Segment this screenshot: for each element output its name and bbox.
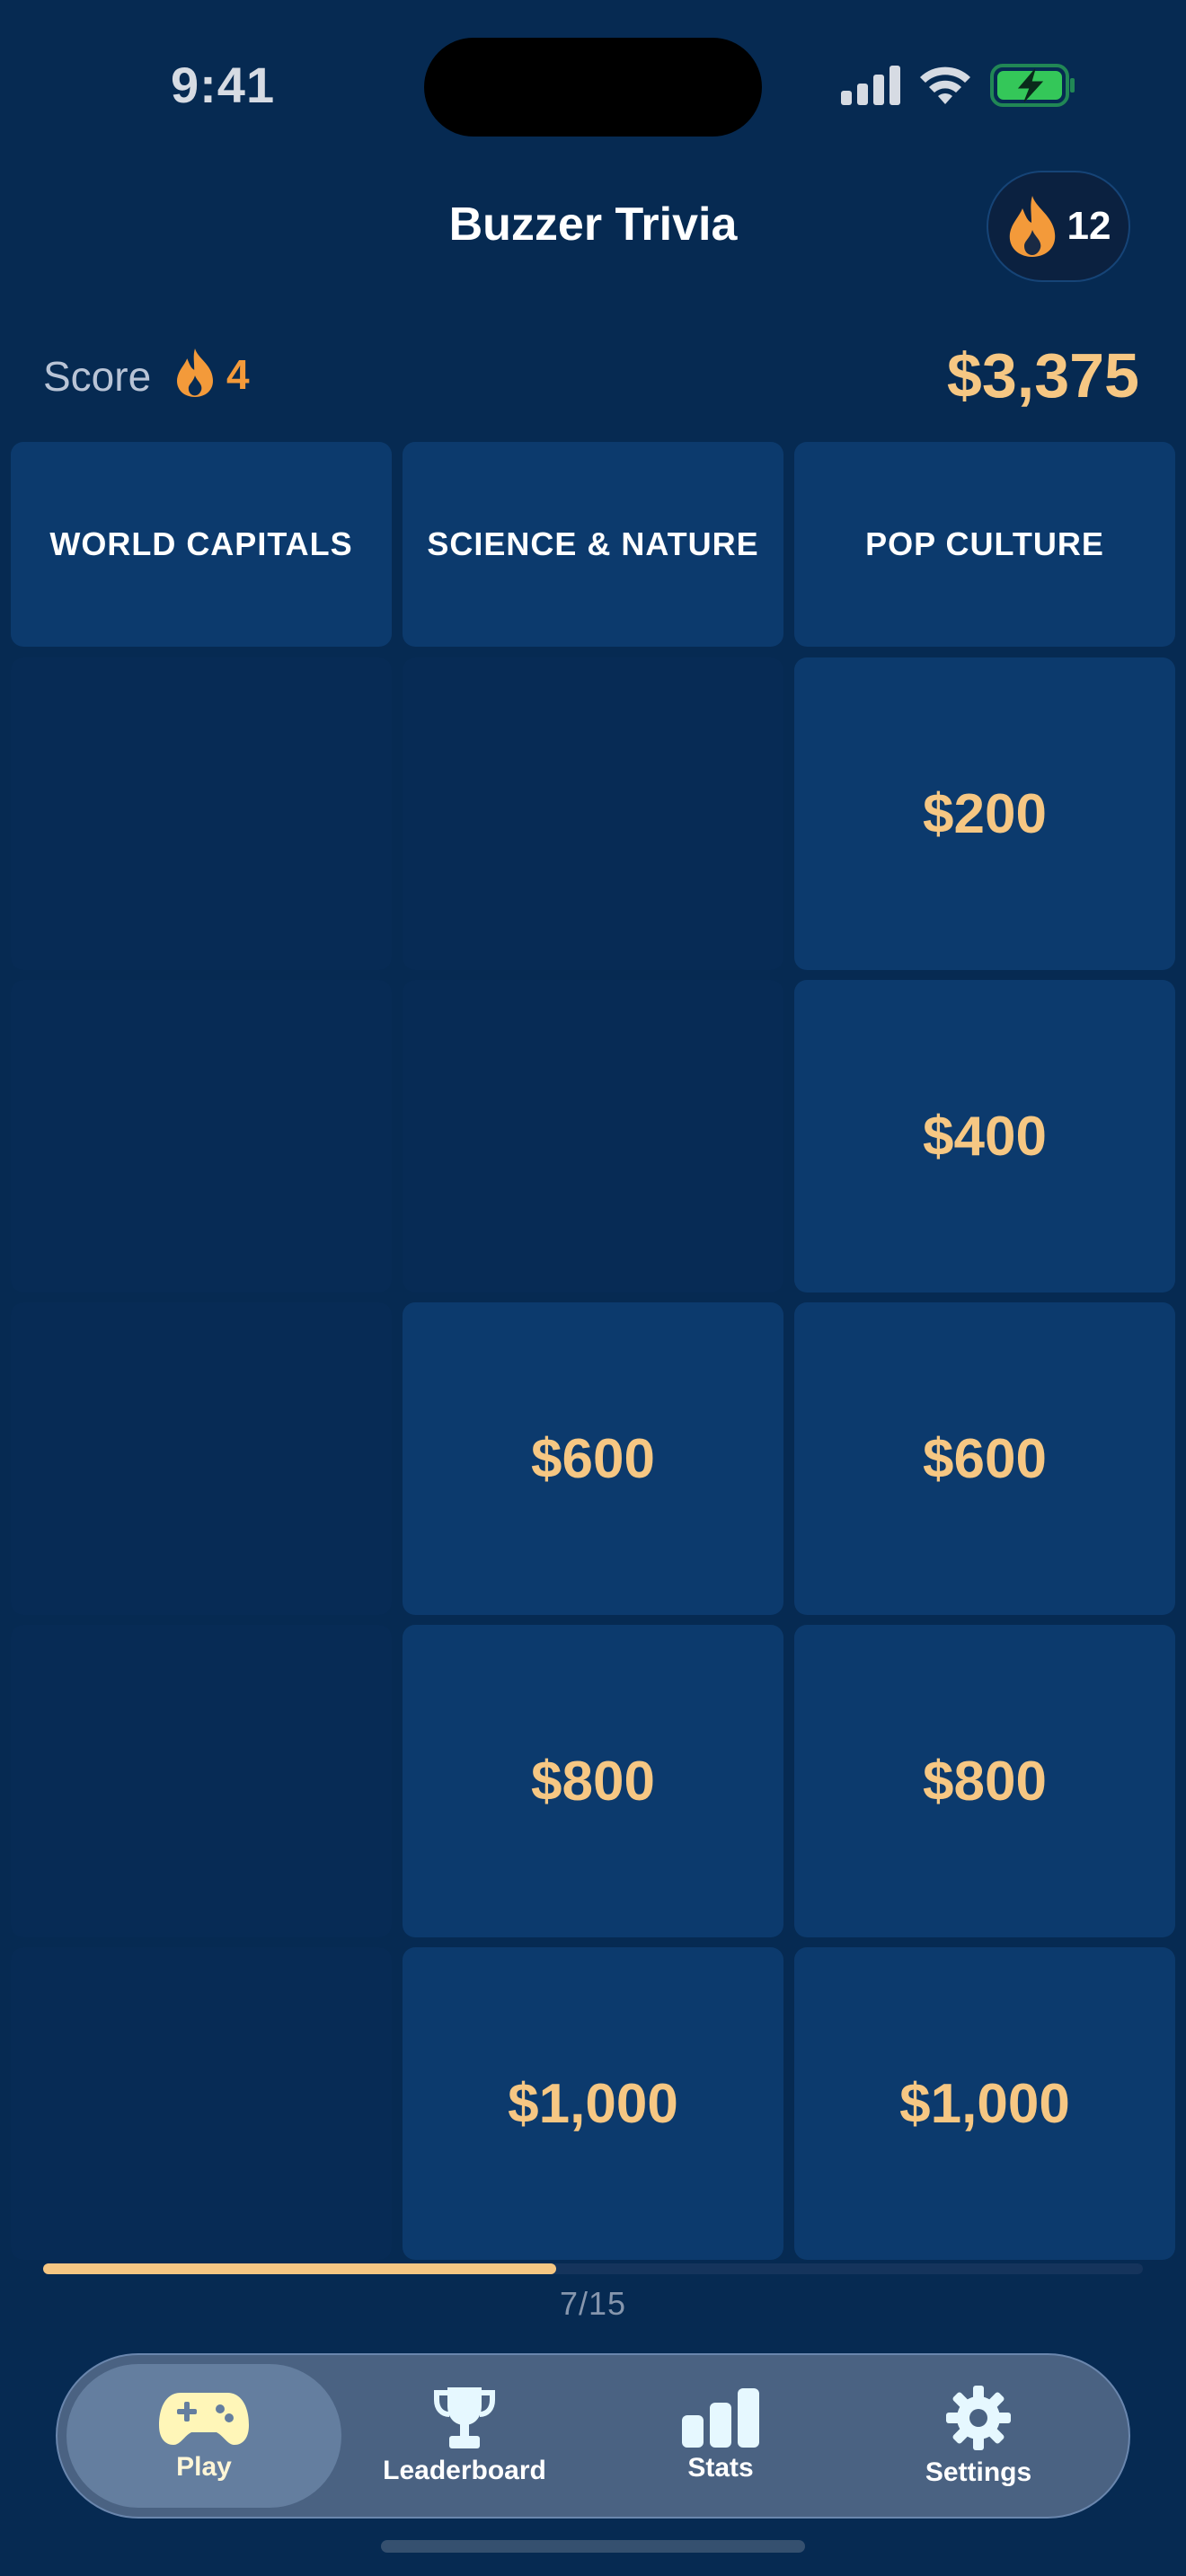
clue-cell[interactable]: $800 xyxy=(794,1625,1175,1937)
score-label: Score xyxy=(43,353,152,400)
status-bar: 9:41 xyxy=(0,0,1186,171)
tab-play[interactable]: Play xyxy=(66,2364,341,2508)
answered-clue-cell xyxy=(403,980,783,1292)
tab-bar: Play Leaderboard Stats Settings xyxy=(56,2353,1130,2519)
clue-cell[interactable]: $600 xyxy=(403,1302,783,1615)
tab-label: Stats xyxy=(687,2453,754,2483)
progress-fill xyxy=(43,2263,557,2274)
tab-leaderboard[interactable]: Leaderboard xyxy=(327,2364,602,2508)
answered-clue-cell xyxy=(11,1625,392,1937)
category-header: POP CULTURE xyxy=(794,442,1175,647)
category-header: WORLD CAPITALS xyxy=(11,442,392,647)
score-total: $3,375 xyxy=(946,340,1139,410)
gamepad-icon xyxy=(159,2393,249,2445)
status-time: 9:41 xyxy=(171,57,276,113)
tab-settings[interactable]: Settings xyxy=(841,2364,1116,2508)
answered-clue-cell xyxy=(403,657,783,970)
clue-cell[interactable]: $1,000 xyxy=(403,1947,783,2260)
bar-chart-icon xyxy=(682,2388,759,2448)
home-indicator xyxy=(381,2540,805,2553)
dynamic-island xyxy=(424,38,762,137)
clue-cell[interactable]: $400 xyxy=(794,980,1175,1292)
clue-cell[interactable]: $1,000 xyxy=(794,1947,1175,2260)
answered-clue-cell xyxy=(11,1302,392,1615)
answered-clue-cell xyxy=(11,980,392,1292)
status-icons xyxy=(841,63,1076,108)
tab-label: Settings xyxy=(925,2457,1032,2487)
wifi-icon xyxy=(920,66,970,104)
progress-bar xyxy=(43,2263,1143,2274)
streak-count: 12 xyxy=(1067,204,1111,248)
gear-icon xyxy=(946,2386,1011,2450)
score-streak-count: 4 xyxy=(226,351,250,398)
flame-icon xyxy=(176,348,214,397)
battery-charging-icon xyxy=(990,64,1075,107)
progress-text: 7/15 xyxy=(559,2285,627,2322)
tab-label: Play xyxy=(176,2452,232,2482)
clue-cell[interactable]: $800 xyxy=(403,1625,783,1937)
answered-clue-cell xyxy=(11,1947,392,2260)
clue-cell[interactable]: $600 xyxy=(794,1302,1175,1615)
category-header: SCIENCE & NATURE xyxy=(403,442,783,647)
tab-stats[interactable]: Stats xyxy=(583,2364,858,2508)
clue-cell[interactable]: $200 xyxy=(794,657,1175,970)
trophy-icon xyxy=(434,2387,495,2448)
tab-label: Leaderboard xyxy=(383,2456,546,2485)
cellular-signal-icon xyxy=(841,66,900,105)
streak-badge[interactable]: 12 xyxy=(987,171,1130,282)
answered-clue-cell xyxy=(11,657,392,970)
flame-icon xyxy=(1009,196,1055,257)
